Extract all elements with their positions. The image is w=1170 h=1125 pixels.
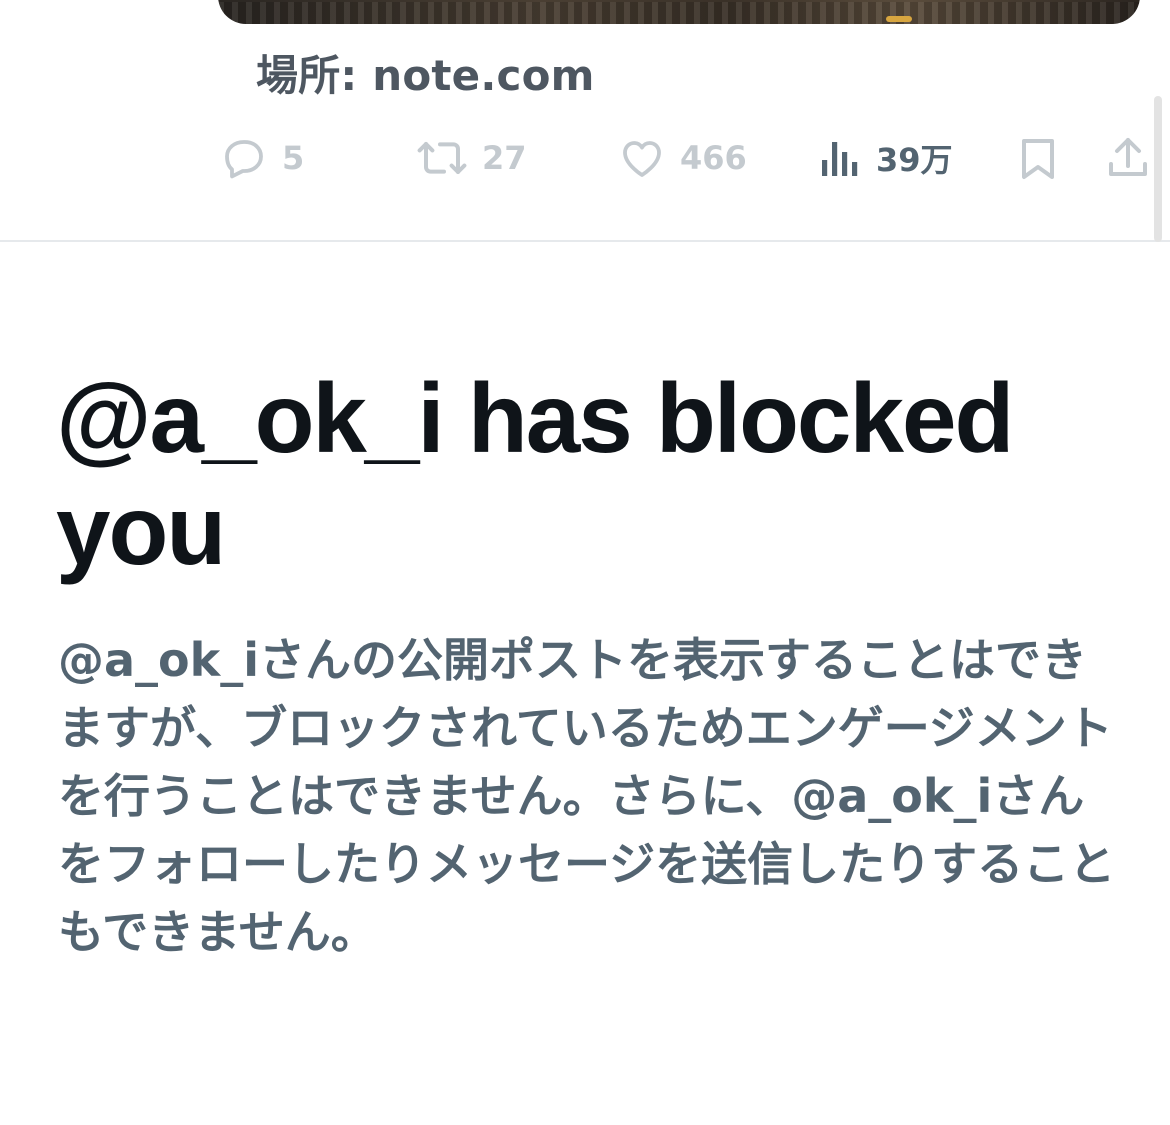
tweet-media-card[interactable] [218,0,1140,24]
views-button[interactable]: 39万 [818,126,953,190]
link-source-label[interactable]: 場所: note.com [256,42,595,103]
repost-icon [416,134,468,182]
views-count: 39万 [876,141,953,179]
share-button[interactable] [1106,126,1150,190]
like-icon [618,134,666,182]
share-icon [1106,134,1150,182]
bookmark-button[interactable] [1016,126,1060,190]
reply-count: 5 [282,139,305,177]
reply-button[interactable]: 5 [220,126,304,190]
like-count: 466 [680,139,747,177]
tweet-action-bar: 5 27 466 39万 [0,126,1170,190]
views-icon [818,134,862,182]
repost-count: 27 [482,139,527,177]
media-accent [886,16,912,22]
reply-icon [220,134,268,182]
like-button[interactable]: 466 [618,126,747,190]
scrollbar[interactable] [1154,96,1162,242]
section-divider [0,240,1170,242]
repost-button[interactable]: 27 [416,126,527,190]
bookmark-icon [1016,134,1060,182]
blocked-title: @a_ok_i has blocked you [56,363,1014,585]
blocked-description: @a_ok_iさんの公開ポストを表示することはできますが、ブロックされているため… [58,633,1116,959]
